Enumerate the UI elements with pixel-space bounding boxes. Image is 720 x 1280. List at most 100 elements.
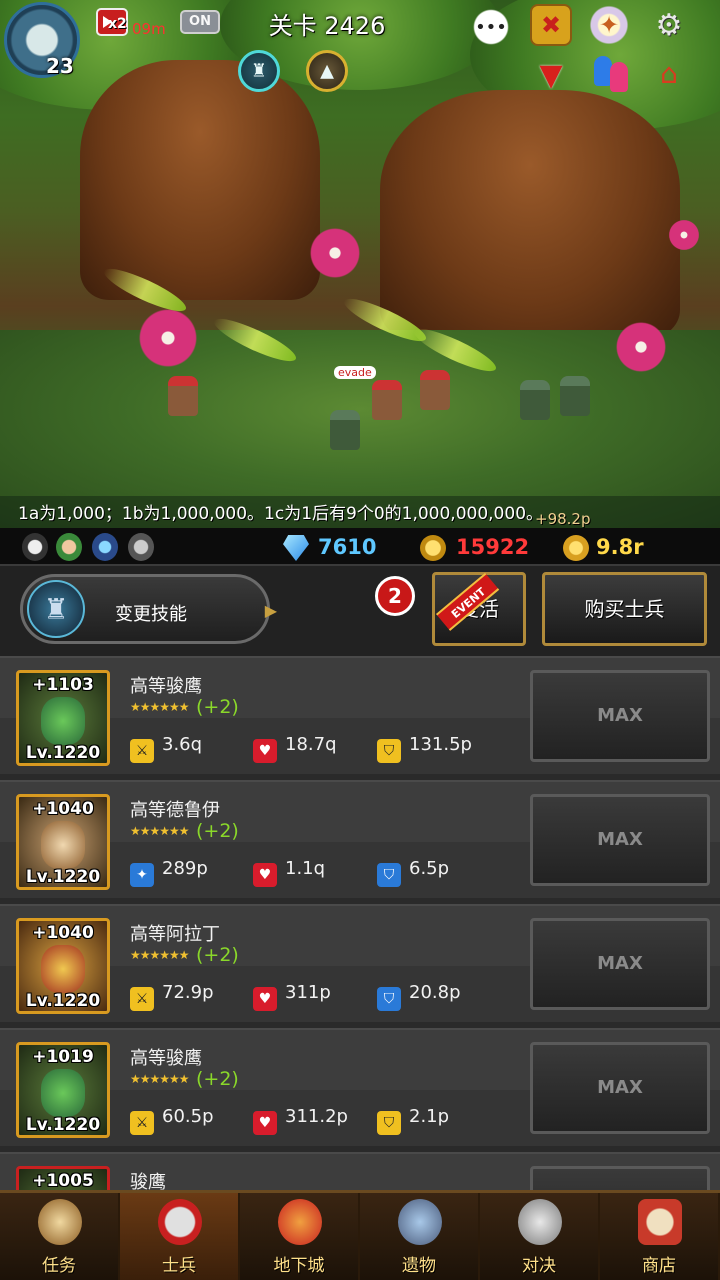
house-icon[interactable]: ⌂ bbox=[648, 52, 690, 94]
magic-shield-icon: ⛉ bbox=[377, 863, 401, 887]
soldier-list[interactable]: +1103 Lv.1220 高等骏鹰 ★★★★★★ (+2) ⚔ 3.6q ♥ 18… bbox=[0, 656, 720, 1190]
tab-label: 遗物 bbox=[402, 1256, 436, 1276]
tab-label: 地下城 bbox=[273, 1256, 325, 1276]
tab-label: 商店 bbox=[642, 1256, 676, 1276]
soldier-name: 高等德鲁伊 bbox=[130, 800, 220, 821]
flower-monster bbox=[128, 308, 208, 368]
heart-icon: ♥ bbox=[253, 987, 277, 1011]
soldier-bonus: +1040 bbox=[32, 799, 94, 819]
tower-icon: ♜ bbox=[250, 60, 268, 82]
scroll-icon bbox=[38, 1199, 82, 1245]
gear-icon[interactable]: ⚙ bbox=[648, 4, 690, 46]
upgrade-bonus: (+2) bbox=[196, 1068, 239, 1090]
guild-badge-icon[interactable]: ✖ bbox=[530, 4, 572, 46]
soldier-portrait[interactable]: +1103 Lv.1220 bbox=[16, 670, 110, 766]
star-rating: ★★★★★★ bbox=[130, 824, 190, 838]
tree bbox=[80, 60, 320, 300]
resource-bar: 7610 15922 9.8r bbox=[0, 528, 720, 566]
soldier-row[interactable]: +1040 Lv.1220 高等阿拉丁 ★★★★★★ (+2) ⚔ 72.9p ♥… bbox=[0, 904, 720, 1022]
magic-wand-icon: ✦ bbox=[130, 863, 154, 887]
soldier-portrait[interactable]: +1040 Lv.1220 bbox=[16, 918, 110, 1014]
upgrade-bonus: (+2) bbox=[196, 820, 239, 842]
tab-quests[interactable]: 任务 bbox=[0, 1193, 120, 1280]
flower-monster bbox=[606, 322, 676, 372]
sword-icon: ⚔ bbox=[130, 1111, 154, 1135]
shop-icon bbox=[638, 1199, 682, 1245]
tab-label: 对决 bbox=[522, 1256, 556, 1276]
star-rating: ★★★★★★ bbox=[130, 1072, 190, 1086]
tab-soldiers[interactable]: 士兵 bbox=[120, 1193, 240, 1280]
soldier-bonus: +1019 bbox=[32, 1047, 94, 1067]
tab-duel[interactable]: 对决 bbox=[480, 1193, 600, 1280]
crossed-swords-icon bbox=[518, 1199, 562, 1245]
tab-dungeon[interactable]: 地下城 bbox=[240, 1193, 360, 1280]
soldier-portrait[interactable]: +1005 bbox=[16, 1166, 110, 1190]
flower-monster bbox=[664, 218, 704, 252]
level-up-button[interactable]: MAX bbox=[530, 670, 710, 762]
attack-stat: ⚔ 60.5p bbox=[130, 1106, 214, 1135]
squad-icon-knight[interactable] bbox=[92, 533, 118, 561]
coin-icon bbox=[563, 535, 589, 561]
medal-count: 15922 bbox=[456, 535, 530, 559]
tab-label: 任务 bbox=[42, 1256, 76, 1276]
shield-icon: ⛉ bbox=[377, 739, 401, 763]
soldier-bonus: +1103 bbox=[32, 675, 94, 695]
change-skill-label: 变更技能 bbox=[115, 604, 187, 625]
chat-icon[interactable]: ••• bbox=[470, 6, 512, 48]
level-up-button[interactable]: MAX bbox=[530, 794, 710, 886]
gem-icon bbox=[283, 535, 309, 561]
down-arrow-icon[interactable]: ▼ bbox=[530, 54, 572, 96]
angel-icon[interactable]: ✦ bbox=[588, 4, 630, 46]
skill-orb-mountain[interactable]: ▲ bbox=[306, 50, 348, 92]
friends-icon[interactable] bbox=[590, 52, 632, 94]
evade-tag: evade bbox=[334, 366, 376, 379]
stage-title: 关卡 2426 bbox=[268, 12, 386, 40]
soldier-unit bbox=[372, 380, 402, 420]
squad-icon-skull[interactable] bbox=[22, 533, 48, 561]
magic-defense-stat: ⛉ 20.8p bbox=[377, 982, 461, 1011]
soldier-name: 骏鹰 bbox=[130, 1172, 166, 1190]
skill-orb-lightning[interactable]: ♜ bbox=[238, 50, 280, 92]
change-skill-button[interactable]: 变更技能 ▶ bbox=[20, 574, 277, 644]
magic-shield-icon: ⛉ bbox=[377, 987, 401, 1011]
upgrade-bonus: (+2) bbox=[196, 696, 239, 718]
star-rating: ★★★★★★ bbox=[130, 700, 190, 714]
heart-icon: ♥ bbox=[253, 863, 277, 887]
tab-relics[interactable]: 遗物 bbox=[360, 1193, 480, 1280]
shield-icon: ⛉ bbox=[377, 1111, 401, 1135]
soldier-portrait[interactable]: +1040 Lv.1220 bbox=[16, 794, 110, 890]
buy-soldier-button[interactable]: 购买士兵 bbox=[542, 572, 707, 646]
control-row: 变更技能 ▶ 2 复活 EVENT 购买士兵 bbox=[0, 566, 720, 656]
soldier-name: 高等阿拉丁 bbox=[130, 924, 220, 945]
health-stat: ♥ 311p bbox=[253, 982, 331, 1011]
health-stat: ♥ 1.1q bbox=[253, 858, 325, 887]
monster-icon bbox=[278, 1199, 322, 1245]
magic-defense-stat: ⛉ 6.5p bbox=[377, 858, 449, 887]
soldier-bonus: +1040 bbox=[32, 923, 94, 943]
soldier-row[interactable]: +1005 骏鹰 bbox=[0, 1152, 720, 1190]
star-rating: ★★★★★★ bbox=[130, 948, 190, 962]
mountain-icon: ▲ bbox=[320, 60, 334, 82]
battle-scene: evade 23 x2 09m ON 关卡 2426 ♜ ▲ ••• ✖ ✦ ⚙… bbox=[0, 0, 720, 528]
squad-icon-elf[interactable] bbox=[56, 533, 82, 561]
squad-icon-helmet[interactable] bbox=[128, 533, 154, 561]
level-up-button[interactable]: MAX bbox=[530, 1042, 710, 1134]
attack-stat: ⚔ 3.6q bbox=[130, 734, 202, 763]
soldier-level: Lv.1220 bbox=[25, 991, 101, 1011]
soldier-row[interactable]: +1019 Lv.1220 高等骏鹰 ★★★★★★ (+2) ⚔ 60.5p ♥ 3… bbox=[0, 1028, 720, 1146]
auto-toggle[interactable]: ON bbox=[180, 10, 220, 34]
gem-count: 7610 bbox=[318, 535, 377, 559]
defense-stat: ⛉ 2.1p bbox=[377, 1106, 449, 1135]
soldier-row[interactable]: +1103 Lv.1220 高等骏鹰 ★★★★★★ (+2) ⚔ 3.6q ♥ 18… bbox=[0, 656, 720, 774]
level-up-button[interactable]: MAX bbox=[530, 918, 710, 1010]
boost-timer: 09m bbox=[132, 20, 166, 38]
speed-label: x2 bbox=[108, 16, 127, 32]
level-up-button[interactable] bbox=[530, 1166, 710, 1190]
soldier-name: 高等骏鹰 bbox=[130, 1048, 202, 1069]
soldier-name: 高等骏鹰 bbox=[130, 676, 202, 697]
tab-shop[interactable]: 商店 bbox=[600, 1193, 720, 1280]
soldier-row[interactable]: +1040 Lv.1220 高等德鲁伊 ★★★★★★ (+2) ✦ 289p ♥ 1… bbox=[0, 780, 720, 898]
magic-attack-stat: ✦ 289p bbox=[130, 858, 208, 887]
soldier-portrait[interactable]: +1019 Lv.1220 bbox=[16, 1042, 110, 1138]
orb-icon bbox=[398, 1199, 442, 1245]
